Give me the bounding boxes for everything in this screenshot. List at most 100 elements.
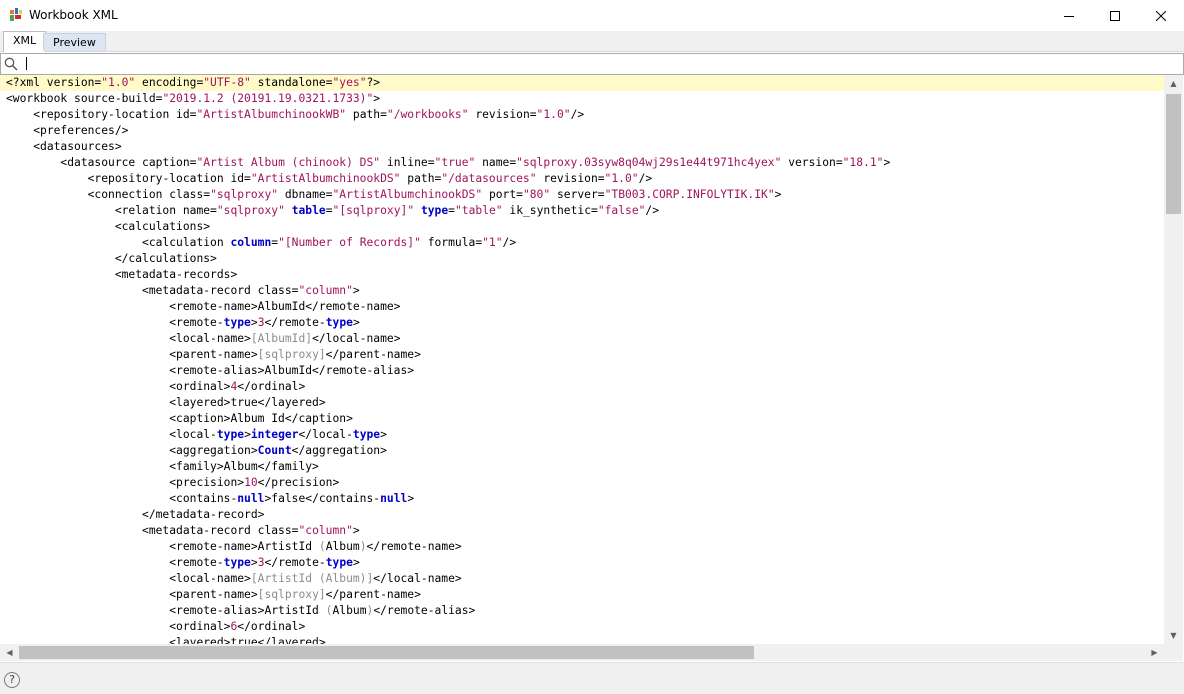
xml-token: "ArtistAlbumchinookWB"	[196, 108, 347, 121]
close-icon	[1156, 10, 1166, 21]
xml-token: 3	[257, 556, 265, 569]
xml-token: "[Number of Records]"	[278, 236, 421, 249]
xml-line: <remote-type>3</remote-type>	[0, 315, 1164, 331]
minimize-icon	[1064, 15, 1074, 17]
xml-token: <preferences/>	[33, 124, 129, 137]
status-bar: ?	[0, 662, 1184, 694]
xml-line: <?xml version="1.0" encoding="UTF-8" sta…	[0, 75, 1164, 91]
xml-line: </metadata-record>	[0, 507, 1164, 523]
scroll-right-arrow-icon[interactable]: ▶	[1145, 644, 1164, 661]
xml-token: </local-name>	[373, 572, 462, 585]
xml-token: <remote-alias>AlbumId</remote-alias>	[169, 364, 415, 377]
xml-token: </precision>	[257, 476, 340, 489]
xml-token: </local-	[298, 428, 353, 441]
xml-token: </remote-	[264, 556, 326, 569]
xml-line: <workbook source-build="2019.1.2 (20191.…	[0, 91, 1164, 107]
xml-token: "18.1"	[842, 156, 884, 169]
xml-token: [ArtistId (Album)]	[250, 572, 374, 585]
xml-token: [sqlproxy]	[257, 348, 326, 361]
xml-token: "ArtistAlbumchinookDS"	[332, 188, 483, 201]
xml-token: >	[373, 92, 381, 105]
xml-token: "1.0"	[604, 172, 639, 185]
xml-token: <datasource caption=	[60, 156, 197, 169]
xml-token: revision=	[468, 108, 537, 121]
xml-token: >	[883, 156, 891, 169]
xml-token: encoding=	[135, 76, 204, 89]
vertical-scrollbar[interactable]: ▲ ▼	[1164, 75, 1183, 644]
xml-token: type	[223, 556, 251, 569]
xml-line: <metadata-records>	[0, 267, 1164, 283]
xml-line: <local-name>[ArtistId (Album)]</local-na…	[0, 571, 1164, 587]
xml-token: Album	[332, 604, 367, 617]
xml-line: <remote-type>3</remote-type>	[0, 555, 1164, 571]
xml-token: <remote-name>AlbumId</remote-name>	[169, 300, 401, 313]
xml-line: <datasource caption="Artist Album (chino…	[0, 155, 1164, 171]
xml-token: <parent-name>	[169, 348, 258, 361]
xml-token: table	[291, 204, 326, 217]
vertical-scroll-thumb[interactable]	[1166, 94, 1181, 214]
scroll-down-arrow-icon[interactable]: ▼	[1164, 627, 1183, 644]
search-bar	[0, 53, 1184, 75]
minimize-button[interactable]	[1046, 0, 1092, 31]
xml-token: <family>Album</family>	[169, 460, 319, 473]
xml-token: Count	[257, 444, 292, 457]
xml-token: =	[448, 204, 455, 217]
search-input[interactable]	[23, 54, 1177, 74]
xml-token: <remote-alias>ArtistId	[169, 604, 326, 617]
xml-token: "ArtistAlbumchinookDS"	[250, 172, 401, 185]
xml-line: <contains-null>false</contains-null>	[0, 491, 1164, 507]
xml-token: <local-name>	[169, 332, 251, 345]
xml-token: inline=	[380, 156, 435, 169]
text-caret	[26, 57, 27, 70]
xml-token: <local-name>	[169, 572, 251, 585]
maximize-button[interactable]	[1092, 0, 1138, 31]
xml-line: <ordinal>6</ordinal>	[0, 619, 1164, 635]
xml-token: "1"	[482, 236, 503, 249]
xml-token: type	[223, 316, 251, 329]
xml-editor[interactable]: <?xml version="1.0" encoding="UTF-8" sta…	[0, 75, 1164, 644]
xml-token: version=	[781, 156, 843, 169]
xml-token: />	[638, 172, 653, 185]
xml-token: revision=	[536, 172, 605, 185]
xml-token: <precision>	[169, 476, 245, 489]
horizontal-scrollbar[interactable]: ◀ ▶	[0, 644, 1164, 661]
horizontal-scroll-thumb[interactable]	[19, 646, 754, 659]
xml-line: <layered>true</layered>	[0, 395, 1164, 411]
xml-token: </remote-	[264, 316, 326, 329]
xml-token: <metadata-record class=	[142, 524, 299, 537]
tab-preview[interactable]: Preview	[43, 33, 106, 51]
xml-token: <relation name=	[114, 204, 217, 217]
xml-token: "column"	[298, 524, 353, 537]
close-button[interactable]	[1138, 0, 1184, 31]
xml-token: <repository-location id=	[33, 108, 197, 121]
xml-line: <aggregation>Count</aggregation>	[0, 443, 1164, 459]
xml-token: "sqlproxy.03syw8q04wj29s1e44t971hc4yex"	[516, 156, 782, 169]
xml-token: <calculation	[142, 236, 231, 249]
help-icon[interactable]: ?	[4, 672, 20, 688]
xml-token: <local-	[169, 428, 217, 441]
xml-token: >	[352, 316, 360, 329]
xml-token: "UTF-8"	[203, 76, 251, 89]
xml-token: "1.0"	[101, 76, 136, 89]
xml-token: <contains-	[169, 492, 238, 505]
xml-token: type	[216, 428, 245, 441]
xml-line: <family>Album</family>	[0, 459, 1164, 475]
scroll-left-arrow-icon[interactable]: ◀	[0, 644, 19, 661]
xml-token: server=	[550, 188, 605, 201]
scroll-up-arrow-icon[interactable]: ▲	[1164, 75, 1183, 92]
title-bar: Workbook XML	[0, 0, 1184, 31]
xml-line: <caption>Album Id</caption>	[0, 411, 1164, 427]
xml-token: >	[380, 428, 387, 441]
xml-token: null	[380, 492, 408, 505]
xml-token: </ordinal>	[237, 620, 306, 633]
xml-line: <preferences/>	[0, 123, 1164, 139]
xml-token: "yes"	[332, 76, 367, 89]
xml-token: </parent-name>	[325, 348, 421, 361]
xml-token: <metadata-records>	[114, 268, 238, 281]
xml-token: <layered>true</layered>	[169, 636, 326, 644]
xml-line: <ordinal>4</ordinal>	[0, 379, 1164, 395]
xml-token: path=	[400, 172, 442, 185]
tab-xml[interactable]: XML	[3, 31, 47, 52]
xml-token: "1.0"	[536, 108, 571, 121]
xml-token: "false"	[597, 204, 646, 217]
